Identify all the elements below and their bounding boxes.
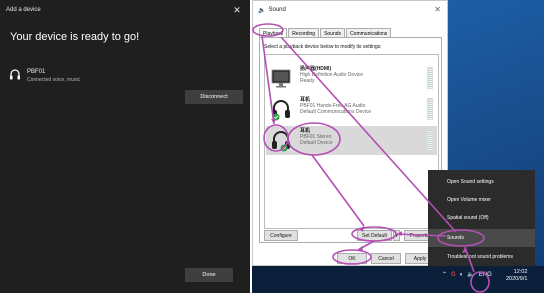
device-status: Connected voice, music	[27, 77, 81, 83]
done-button[interactable]: Done	[185, 268, 233, 282]
level-meter	[427, 67, 433, 89]
ok-button[interactable]: OK	[337, 253, 367, 264]
sound-dialog: 🔉 Sound ✕ Playback Recording Sounds Comm…	[252, 0, 448, 266]
sound-title: Sound	[268, 7, 286, 13]
shield-icon[interactable]: ◐	[460, 272, 464, 278]
device-row-line2: Default Communications Device	[300, 109, 372, 115]
headphones-icon	[10, 69, 20, 80]
playback-device-list: 扬声器(HDMI) High Definition Audio Device R…	[264, 54, 439, 229]
speaker-icon: 🔉	[258, 7, 266, 14]
set-default-button[interactable]: Set Default	[357, 230, 392, 241]
sound-context-menu: Open Sound settings Open Volume mixer Sp…	[428, 170, 535, 266]
playback-instruction: Select a playback device below to modify…	[264, 44, 382, 50]
close-icon[interactable]: ✕	[230, 5, 244, 16]
add-device-titlebar: Add a device ✕	[0, 0, 250, 20]
clock-time: 12:02	[513, 269, 528, 275]
device-row-handsfree[interactable]: 耳机 PBF01 Hands-Free AG Audio Default Com…	[266, 95, 437, 124]
menu-item-sounds[interactable]: Sounds	[428, 229, 535, 247]
cancel-button[interactable]: Cancel	[371, 253, 401, 264]
close-icon[interactable]: ✕	[434, 5, 441, 14]
device-row-hdmi[interactable]: 扬声器(HDMI) High Definition Audio Device R…	[266, 64, 437, 93]
menu-item-troubleshoot[interactable]: Troubleshoot sound problems	[428, 248, 535, 266]
menu-item-open-volume-mixer[interactable]: Open Volume mixer	[428, 191, 535, 209]
level-meter	[427, 129, 433, 151]
taskbar	[252, 266, 544, 293]
language-indicator[interactable]: ENG	[479, 272, 492, 278]
app-tray-icon[interactable]: G	[451, 272, 456, 278]
sound-titlebar: 🔉 Sound ✕	[253, 1, 447, 19]
system-tray: ⌃ G ◐ 🔈 ENG	[442, 271, 492, 279]
device-text: 耳机 PBF01 Stereo Default Device	[300, 128, 333, 146]
level-meter	[427, 98, 433, 120]
device-row-stereo[interactable]: 耳机 PBF01 Stereo Default Device	[266, 126, 437, 155]
headphones-icon	[272, 100, 290, 121]
menu-item-open-sound-settings[interactable]: Open Sound settings	[428, 173, 535, 191]
device-name: PBF01	[27, 69, 46, 75]
playback-panel: Select a playback device below to modify…	[259, 37, 442, 243]
device-row-line2: Default Device	[300, 140, 333, 146]
paired-device: PBF01 Connected voice, music	[10, 69, 81, 83]
chevron-down-icon[interactable]: ▾	[393, 230, 400, 241]
clock-date: 2020/9/1	[506, 276, 528, 282]
configure-button[interactable]: Configure	[264, 230, 298, 241]
device-text: 扬声器(HDMI) High Definition Audio Device R…	[300, 66, 363, 84]
disconnect-button[interactable]: Disconnect	[185, 90, 243, 104]
chevron-up-icon[interactable]: ⌃	[442, 271, 447, 278]
device-row-line2: Ready	[300, 78, 315, 84]
headphones-icon	[272, 131, 290, 152]
ready-headline: Your device is ready to go!	[10, 31, 140, 43]
monitor-icon	[271, 69, 291, 88]
device-text: 耳机 PBF01 Hands-Free AG Audio Default Com…	[300, 97, 371, 115]
add-device-window: Add a device ✕ Your device is ready to g…	[0, 0, 250, 293]
clock[interactable]: 12:02 2020/9/1	[506, 269, 527, 283]
menu-item-spatial-sound[interactable]: Spatial sound (Off)	[428, 209, 535, 227]
add-device-title: Add a device	[6, 7, 41, 13]
speaker-icon[interactable]: 🔈	[467, 271, 474, 278]
